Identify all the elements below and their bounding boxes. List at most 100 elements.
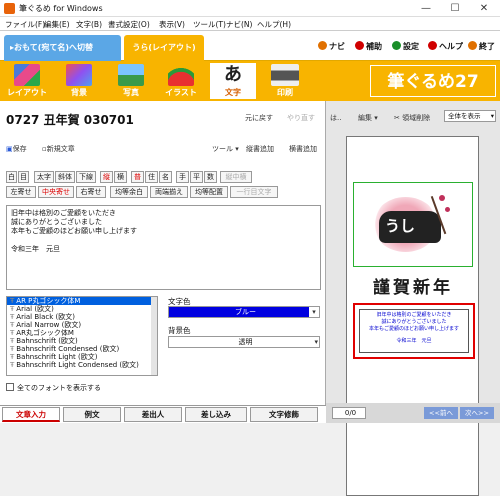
- distribute-button[interactable]: 均等配置: [190, 186, 228, 198]
- minimize-button[interactable]: —: [412, 1, 440, 16]
- layout-tool-button[interactable]: レイアウト: [4, 63, 50, 99]
- settings-link[interactable]: 設定: [392, 41, 419, 52]
- photo-icon: [118, 64, 144, 86]
- bottom-tab-bar: 文章入力 例文 差出人 差し込み 文字修飾: [0, 405, 326, 423]
- font-item[interactable]: Ŧ Bahnschrift Light Condensed (欧文): [7, 361, 157, 369]
- fmt-outline[interactable]: 目: [18, 171, 29, 183]
- vertical-add-button[interactable]: 縦書追加: [246, 144, 274, 154]
- chevron-down-icon: ▾: [314, 338, 318, 346]
- fmt-bold[interactable]: 太字: [34, 171, 54, 183]
- align-center-button[interactable]: 中央寄せ: [38, 186, 74, 198]
- fmt-normal[interactable]: 普: [131, 171, 144, 183]
- text-color-select[interactable]: ブルー ▾: [168, 306, 320, 318]
- justify-button[interactable]: 両端揃え: [150, 186, 188, 198]
- next-button[interactable]: 次へ>>: [460, 407, 494, 419]
- redo-button[interactable]: やり直す: [287, 113, 315, 123]
- menu-text[interactable]: 文字(B): [76, 19, 102, 30]
- menu-help[interactable]: ヘルプ(H): [257, 19, 291, 30]
- font-item[interactable]: Ŧ Bahnschrift Light (欧文): [7, 353, 157, 361]
- tab-insert[interactable]: 差し込み: [185, 407, 247, 422]
- fmt-horizontal[interactable]: 横: [114, 171, 127, 183]
- maximize-button[interactable]: ☐: [441, 1, 469, 16]
- assist-link[interactable]: 補助: [355, 41, 382, 52]
- tab-text-decor[interactable]: 文字修飾: [250, 407, 318, 422]
- chevron-down-icon: ▾: [233, 145, 239, 153]
- menu-tool[interactable]: ツール(T): [193, 19, 226, 30]
- tool-dropdown[interactable]: ツール ▾: [212, 144, 239, 154]
- equal-margin-button[interactable]: 均等余白: [110, 186, 148, 198]
- photo-tool-button[interactable]: 写真: [108, 63, 154, 99]
- checkbox[interactable]: [6, 383, 14, 391]
- font-type-icon: Ŧ: [10, 297, 15, 305]
- help-link[interactable]: ヘルプ: [428, 41, 463, 52]
- edit-dropdown[interactable]: 編集 ▾: [358, 113, 378, 123]
- background-icon: [66, 64, 92, 86]
- chevron-down-icon: ▾: [372, 114, 378, 122]
- omote-switch-tab[interactable]: ▸おもて(宛て名)へ切替: [4, 35, 121, 61]
- bg-color-select[interactable]: 透明 ▾: [168, 336, 320, 348]
- fmt-vertical[interactable]: 縦: [100, 171, 113, 183]
- exit-link[interactable]: 終了: [468, 41, 495, 52]
- menu-edit[interactable]: 編集(E): [44, 19, 70, 30]
- background-tool-button[interactable]: 背景: [56, 63, 102, 99]
- zoom-button[interactable]: は..: [330, 113, 341, 123]
- message-text-area[interactable]: 旧年中は格別のご愛顧をいただき 誠にありがとうございました 本年もご愛顧のほどお…: [6, 205, 321, 290]
- new-text-button[interactable]: ▫新規文章: [42, 144, 75, 154]
- prev-button[interactable]: <<前へ: [424, 407, 458, 419]
- menu-view[interactable]: 表示(V): [159, 19, 185, 30]
- show-all-fonts-option[interactable]: 全てのフォントを表示する: [6, 383, 101, 393]
- align-left-button[interactable]: 左寄せ: [6, 186, 36, 198]
- card-date: 令和三年 元旦: [396, 338, 432, 344]
- close-button[interactable]: ✕: [470, 1, 498, 16]
- tab-sender[interactable]: 差出人: [124, 407, 182, 422]
- tab-example[interactable]: 例文: [63, 407, 121, 422]
- bg-color-label: 背景色: [168, 326, 191, 335]
- main-toolbar: レイアウト 背景 写真 イラスト あ 文字 印刷 筆ぐるめ27: [0, 61, 500, 101]
- message-text-frame[interactable]: 旧年中は格別のご愛顧をいただき 誠にありがとうございました 本年もご愛顧のほどお…: [359, 309, 469, 353]
- fmt-name[interactable]: 名: [159, 171, 172, 183]
- fmt-address[interactable]: 住: [145, 171, 158, 183]
- tab-text-input[interactable]: 文章入力: [2, 407, 60, 422]
- fmt-hand[interactable]: 手: [176, 171, 189, 183]
- chevron-down-icon: ▾: [490, 112, 494, 120]
- menu-file[interactable]: ファイル(F): [5, 19, 45, 30]
- layout-icon: [14, 64, 40, 86]
- font-type-icon: Ŧ: [10, 345, 15, 353]
- ura-layout-tab[interactable]: うら(レイアウト): [124, 35, 204, 61]
- undo-button[interactable]: 元に戻す: [245, 113, 273, 123]
- font-item[interactable]: Ŧ Arial Narrow (欧文): [7, 321, 157, 329]
- menu-navi[interactable]: ナビ(N): [226, 19, 252, 30]
- view-select[interactable]: 全体を表示 ▾: [444, 110, 496, 122]
- menu-bar: ファイル(F) 編集(E) 文字(B) 書式設定(O) 表示(V) ツール(T)…: [0, 17, 500, 31]
- navi-link[interactable]: ナビ: [318, 41, 345, 52]
- menu-format[interactable]: 書式設定(O): [108, 19, 150, 30]
- font-item[interactable]: Ŧ AR丸ゴシック体M: [7, 329, 157, 337]
- fmt-underline[interactable]: 下線: [76, 171, 96, 183]
- font-item[interactable]: Ŧ Arial (欧文): [7, 305, 157, 313]
- fmt-half[interactable]: 平: [190, 171, 203, 183]
- font-list[interactable]: Ŧ AR P丸ゴシック体M Ŧ Arial (欧文) Ŧ Arial Black (欧…: [6, 296, 158, 376]
- fmt-tatechuyoko[interactable]: 縦中横: [220, 171, 252, 183]
- save-button[interactable]: ▣保存: [6, 144, 27, 154]
- font-item[interactable]: Ŧ Bahnschrift Condensed (欧文): [7, 345, 157, 353]
- illust-tool-button[interactable]: イラスト: [158, 63, 204, 99]
- horizontal-add-button[interactable]: 横書追加: [289, 144, 317, 154]
- card-message-line: 本年もご愛顧のほどお願い申し上げます: [368, 326, 459, 332]
- text-tool-button[interactable]: あ 文字: [210, 63, 256, 99]
- align-right-button[interactable]: 右寄せ: [76, 186, 106, 198]
- first-line-button[interactable]: 一行目文字: [230, 186, 278, 198]
- fmt-number[interactable]: 数: [204, 171, 217, 183]
- font-list-scrollbar[interactable]: [151, 297, 157, 375]
- print-tool-button[interactable]: 印刷: [262, 63, 308, 99]
- area-delete-button[interactable]: ✂ 領域削除: [394, 113, 430, 123]
- greeting-text: 謹賀新年: [373, 278, 453, 298]
- font-item[interactable]: Ŧ Arial Black (欧文): [7, 313, 157, 321]
- font-item[interactable]: Ŧ AR P丸ゴシック体M: [7, 297, 157, 305]
- postcard-preview[interactable]: うし 謹賀新年 旧年中は格別のご愛顧をいただき 誠にありがとうございました 本年…: [346, 136, 479, 496]
- fmt-italic[interactable]: 斜体: [55, 171, 75, 183]
- document-title: 0727 丑年賀 030701: [6, 113, 134, 127]
- fmt-white[interactable]: 白: [6, 171, 17, 183]
- font-type-icon: Ŧ: [10, 337, 15, 345]
- font-item[interactable]: Ŧ Bahnschrift (欧文): [7, 337, 157, 345]
- watermelon-icon: [168, 64, 194, 86]
